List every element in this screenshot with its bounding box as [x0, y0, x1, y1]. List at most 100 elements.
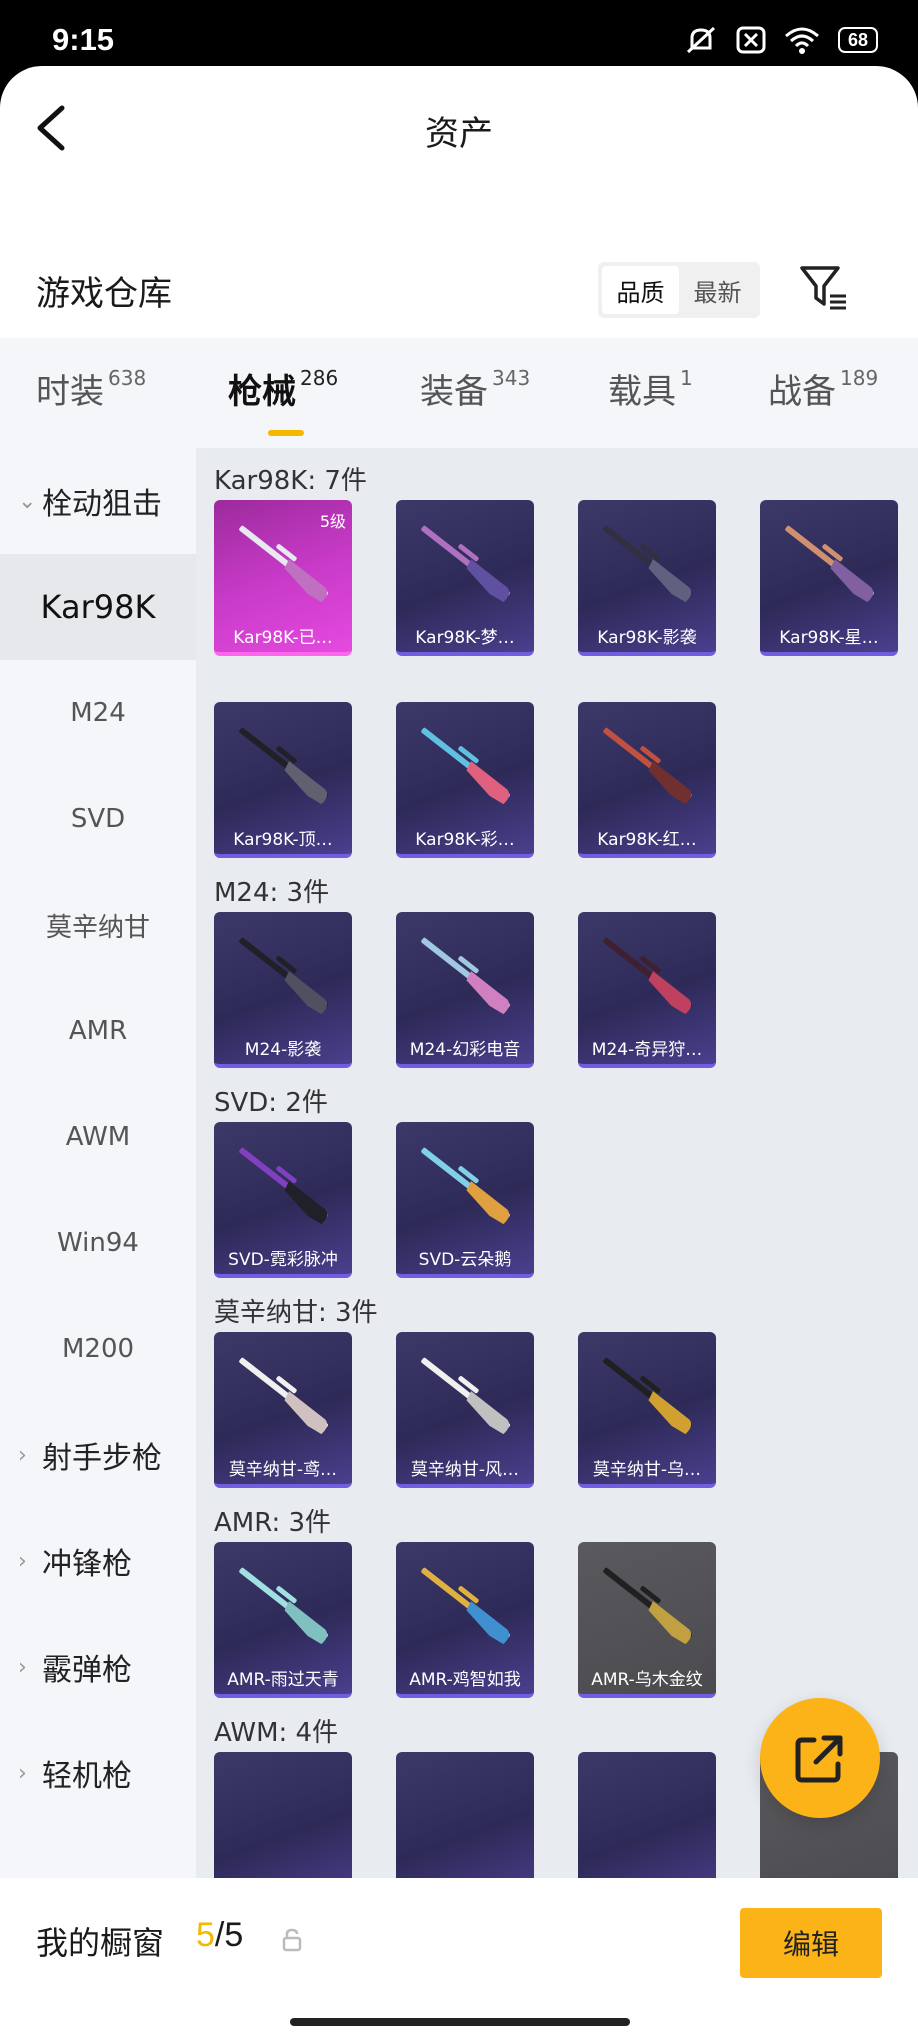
chevron-right-icon: ›: [18, 1442, 27, 1468]
category-tabs: 时装 638 枪械 286 装备 343 载具 1 战备 189: [0, 338, 918, 448]
sidebar-item-m24[interactable]: M24: [0, 660, 196, 766]
weapon-image: [396, 912, 534, 1032]
sidebar-group-label: 冲锋枪: [42, 1547, 132, 1582]
sidebar-group-smg[interactable]: › 冲锋枪: [0, 1508, 196, 1614]
weapon-image: [214, 1122, 352, 1242]
tab-label: 载具: [608, 372, 676, 412]
share-icon: [795, 1735, 843, 1783]
weapon-card[interactable]: SVD-云朵鹅: [396, 1122, 534, 1278]
sidebar-item-win94[interactable]: Win94: [0, 1190, 196, 1296]
sidebar-group-shotgun[interactable]: › 霰弹枪: [0, 1614, 196, 1720]
weapon-image: [578, 702, 716, 822]
weapon-card[interactable]: SVD-霓彩脉冲: [214, 1122, 352, 1278]
top-bar: 资产: [0, 66, 918, 196]
status-bar: 9:15 68: [0, 0, 918, 70]
chevron-down-icon: ⌄: [18, 488, 37, 514]
weapon-card[interactable]: M24-影袭: [214, 912, 352, 1068]
showcase-bar: 我的橱窗 5/5 编辑: [0, 1878, 918, 2040]
weapon-name: Kar98K-顶…: [233, 830, 333, 850]
chevron-right-icon: ›: [18, 1548, 27, 1574]
weapon-card[interactable]: M24-奇异狩…: [578, 912, 716, 1068]
weapon-name: Kar98K-梦…: [415, 628, 515, 648]
weapon-name: SVD-霓彩脉冲: [228, 1250, 338, 1270]
sidebar-group-dmr[interactable]: › 射手步枪: [0, 1402, 196, 1508]
section-title: Kar98K: 7件: [214, 466, 367, 496]
sidebar-group-label: 栓动狙击: [42, 487, 162, 522]
share-button[interactable]: [760, 1698, 880, 1818]
weapon-image: [214, 702, 352, 822]
weapon-card[interactable]: Kar98K-星…: [760, 500, 898, 656]
weapon-card[interactable]: 5级 Kar98K-已…: [214, 500, 352, 656]
tab-label: 战备: [768, 372, 836, 412]
section-title: AMR: 3件: [214, 1508, 332, 1538]
tab-equipment[interactable]: 装备 343: [420, 364, 530, 413]
tab-count: 189: [840, 366, 879, 390]
filter-icon[interactable]: [798, 262, 850, 314]
section-title: SVD: 2件: [214, 1088, 328, 1118]
sidebar-item-kar98k[interactable]: Kar98K: [0, 554, 196, 660]
level-badge: 5级: [319, 512, 346, 531]
weapon-name: AMR-鸡智如我: [409, 1670, 521, 1690]
lock-icon: [282, 1928, 302, 1952]
sidebar-group-bolt-action[interactable]: ⌄ 栓动狙击: [0, 448, 196, 554]
status-icons: 68: [684, 26, 878, 54]
sim-off-icon: [736, 26, 766, 54]
tab-label: 枪械: [228, 372, 296, 412]
weapon-image: [396, 1542, 534, 1662]
active-tab-indicator: [268, 430, 304, 436]
weapon-name: AMR-雨过天青: [227, 1670, 339, 1690]
weapon-card[interactable]: 莫辛纳甘-乌…: [578, 1332, 716, 1488]
weapon-name: Kar98K-星…: [779, 628, 879, 648]
sort-quality-button[interactable]: 品质: [602, 266, 679, 314]
sort-toggle: 品质 最新: [598, 262, 760, 318]
tab-combat-gear[interactable]: 战备 189: [768, 364, 878, 413]
sidebar-item-svd[interactable]: SVD: [0, 766, 196, 872]
section-title: AWM: 4件: [214, 1718, 339, 1748]
weapon-image: [214, 1542, 352, 1662]
sidebar-group-label: 霰弹枪: [42, 1653, 132, 1688]
weapon-name: Kar98K-彩…: [415, 830, 515, 850]
weapon-image: [396, 500, 534, 620]
sidebar-item-mosin[interactable]: 莫辛纳甘: [0, 872, 196, 978]
weapon-card[interactable]: AMR-雨过天青: [214, 1542, 352, 1698]
section-title: 莫辛纳甘: 3件: [214, 1298, 378, 1328]
sidebar-group-lmg[interactable]: › 轻机枪: [0, 1720, 196, 1826]
weapon-card[interactable]: Kar98K-红…: [578, 702, 716, 858]
weapon-name: Kar98K-已…: [233, 628, 333, 648]
weapon-card[interactable]: Kar98K-彩…: [396, 702, 534, 858]
weapon-image: [396, 1122, 534, 1242]
weapon-name: M24-奇异狩…: [591, 1040, 703, 1060]
weapon-card[interactable]: 莫辛纳甘-风…: [396, 1332, 534, 1488]
weapon-card[interactable]: M24-幻彩电音: [396, 912, 534, 1068]
weapon-card[interactable]: Kar98K-影袭: [578, 500, 716, 656]
weapon-image: [760, 500, 898, 620]
weapon-card[interactable]: AMR-乌木金纹: [578, 1542, 716, 1698]
weapon-card[interactable]: Kar98K-顶…: [214, 702, 352, 858]
weapon-name: SVD-云朵鹅: [418, 1250, 512, 1270]
weapon-card[interactable]: 莫辛纳甘-鸢…: [214, 1332, 352, 1488]
weapon-image: [396, 1332, 534, 1452]
sidebar-group-label: 射手步枪: [42, 1441, 162, 1476]
section-title: M24: 3件: [214, 878, 330, 908]
tab-count: 343: [492, 366, 531, 390]
battery-indicator: 68: [837, 27, 878, 53]
chevron-right-icon: ›: [18, 1760, 27, 1786]
weapon-image: [578, 500, 716, 620]
weapon-image: [396, 702, 534, 822]
sidebar-item-amr[interactable]: AMR: [0, 978, 196, 1084]
wifi-icon: [784, 27, 819, 54]
sidebar-item-m200[interactable]: M200: [0, 1296, 196, 1402]
weapon-image: [578, 1542, 716, 1662]
sort-newest-button[interactable]: 最新: [679, 266, 756, 314]
weapon-name: Kar98K-影袭: [597, 628, 697, 648]
weapon-name: 莫辛纳甘-乌…: [592, 1460, 702, 1480]
tab-fashion[interactable]: 时装 638: [36, 364, 146, 413]
weapon-card[interactable]: AMR-鸡智如我: [396, 1542, 534, 1698]
edit-button[interactable]: 编辑: [740, 1908, 882, 1978]
tab-guns[interactable]: 枪械 286: [228, 364, 338, 413]
tab-count: 638: [108, 366, 147, 390]
tab-vehicles[interactable]: 载具 1: [608, 364, 693, 413]
weapon-name: 莫辛纳甘-鸢…: [228, 1460, 338, 1480]
sidebar-item-awm[interactable]: AWM: [0, 1084, 196, 1190]
weapon-card[interactable]: Kar98K-梦…: [396, 500, 534, 656]
